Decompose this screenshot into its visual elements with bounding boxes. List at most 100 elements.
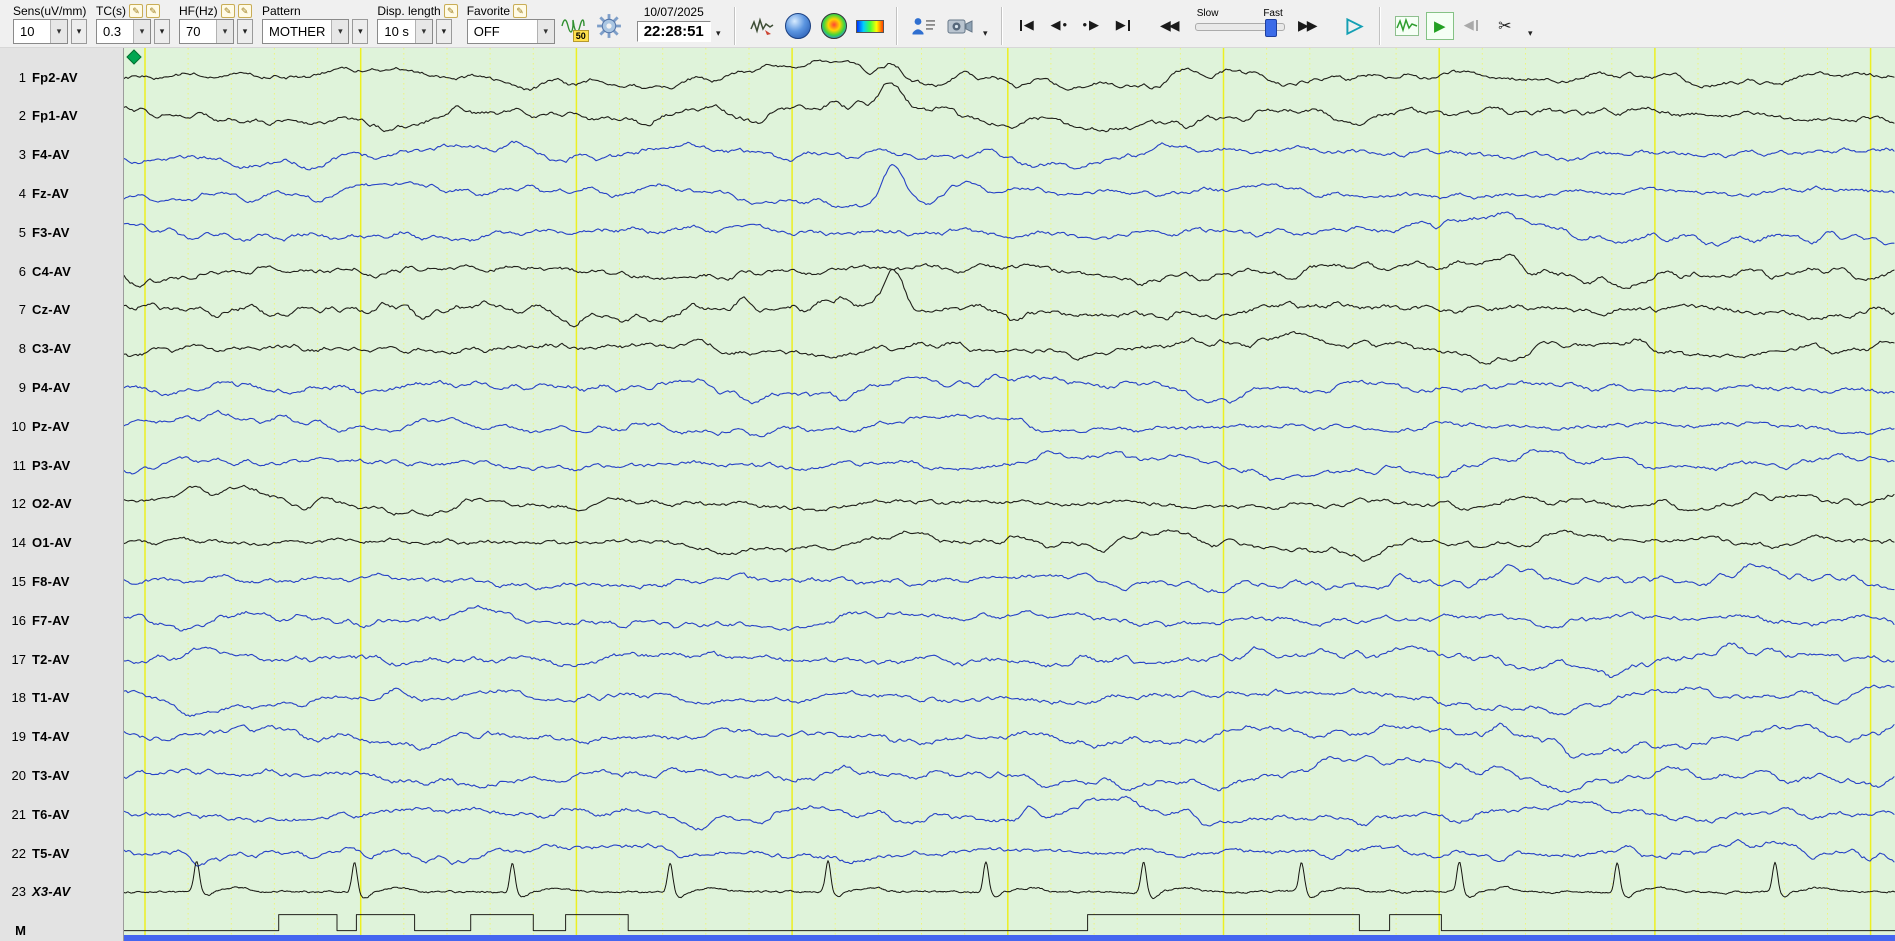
sens-combobox[interactable]: 10 ▾ (13, 19, 68, 44)
tc-edit-icon[interactable]: ✎ (129, 3, 143, 18)
fast-label: Fast (1263, 8, 1283, 19)
waveform-review-button[interactable] (1390, 9, 1424, 43)
channel-name: T4-AV (32, 729, 70, 745)
channel-label-C3-AV[interactable]: 8 C3-AV (0, 339, 123, 359)
channel-label-P3-AV[interactable]: 11 P3-AV (0, 455, 123, 475)
prev-segment-button[interactable]: ◀ (1455, 11, 1487, 39)
channel-number: 22 (11, 845, 26, 861)
fast-forward-button[interactable]: ▶▶ (1291, 11, 1323, 39)
channel-label-P4-AV[interactable]: 9 P4-AV (0, 377, 123, 397)
chevron-down-icon[interactable]: ▾ (414, 20, 432, 43)
notch-frequency-badge: 50 (572, 30, 589, 42)
channel-label-T1-AV[interactable]: 18 T1-AV (0, 688, 123, 708)
datetime-more-button[interactable]: ▾ (711, 24, 726, 42)
hf-edit-icon[interactable]: ✎ (220, 3, 235, 18)
dot-icon: • (1082, 17, 1088, 32)
channel-label-T4-AV[interactable]: 19 T4-AV (0, 727, 123, 747)
tc-dropdown-button[interactable]: ▾ (154, 19, 170, 44)
trace-O2-AV (124, 484, 1895, 517)
trace-C3-AV (124, 330, 1895, 365)
patient-info-button[interactable] (907, 9, 941, 43)
chevron-down-icon[interactable]: ▾ (331, 20, 349, 43)
disp-length-label: Disp. length (377, 3, 441, 18)
colormap-scale-button[interactable] (853, 9, 887, 43)
settings-gear-button[interactable] (592, 9, 626, 43)
speed-slider-thumb[interactable] (1265, 19, 1278, 37)
channel-label-T5-AV[interactable]: 22 T5-AV (0, 843, 123, 863)
channel-label-Fp2-AV[interactable]: 1 Fp2-AV (0, 67, 123, 87)
trace-Fz-AV (124, 163, 1895, 208)
channel-label-Pz-AV[interactable]: 10 Pz-AV (0, 416, 123, 436)
notch-filter-button[interactable]: 50 (556, 9, 590, 43)
datetime-display: 10/07/2025 22:28:51 (636, 5, 711, 42)
play-button[interactable]: ▷ (1339, 11, 1371, 39)
chevron-down-icon[interactable]: ▾ (50, 20, 67, 43)
bar-icon (1475, 19, 1478, 31)
channel-label-T3-AV[interactable]: 20 T3-AV (0, 765, 123, 785)
current-position-marker[interactable] (126, 49, 142, 65)
green-waveform-icon (1394, 16, 1419, 36)
channel-label-T6-AV[interactable]: 21 T6-AV (0, 804, 123, 824)
start-playback-button[interactable]: ▶ (1425, 12, 1454, 40)
green-play-icon: ▶ (1433, 18, 1446, 35)
channel-label-O2-AV[interactable]: 12 O2-AV (0, 494, 123, 514)
chevron-down-icon[interactable]: ▾ (216, 20, 233, 43)
channel-label-Fz-AV[interactable]: 4 Fz-AV (0, 183, 123, 203)
hf-dropdown-button[interactable]: ▾ (237, 19, 253, 44)
head-map-spectral-button[interactable] (817, 9, 851, 43)
channel-label-M[interactable]: M (0, 921, 123, 941)
favorite-edit-icon[interactable]: ✎ (513, 3, 528, 18)
channel-label-Cz-AV[interactable]: 7 Cz-AV (0, 300, 123, 320)
tc-edit2-icon[interactable]: ✎ (146, 3, 160, 18)
tc-combobox[interactable]: 0.3 ▾ (96, 19, 151, 44)
trace-T2-AV (124, 642, 1895, 679)
toolbar-separator (733, 7, 736, 45)
bar-icon (1019, 19, 1022, 31)
skip-last-button[interactable]: ▶ (1107, 11, 1139, 39)
channel-name: C4-AV (32, 263, 72, 279)
channel-label-T2-AV[interactable]: 17 T2-AV (0, 649, 123, 669)
pattern-combobox[interactable]: MOTHER ▾ (262, 19, 350, 44)
channel-number: M (15, 923, 26, 939)
video-button[interactable] (943, 9, 977, 43)
step-forward-button[interactable]: • ▶ (1075, 11, 1107, 39)
channel-label-Fp1-AV[interactable]: 2 Fp1-AV (0, 106, 123, 126)
trace-P3-AV (124, 449, 1895, 481)
trace-annotation-button[interactable] (745, 9, 779, 43)
disp-length-combobox[interactable]: 10 s ▾ (377, 19, 433, 44)
pattern-dropdown-button[interactable]: ▾ (352, 19, 369, 44)
channel-label-C4-AV[interactable]: 6 C4-AV (0, 261, 123, 281)
chevron-down-icon[interactable]: ▾ (536, 20, 554, 43)
channel-label-F3-AV[interactable]: 5 F3-AV (0, 222, 123, 242)
eeg-trace-canvas[interactable] (124, 48, 1895, 935)
hf-edit2-icon[interactable]: ✎ (237, 3, 252, 18)
disp-length-dropdown-button[interactable]: ▾ (435, 19, 452, 44)
speed-slider[interactable] (1194, 19, 1285, 37)
cut-more-button[interactable]: ▾ (1523, 24, 1538, 42)
channel-number: 19 (11, 729, 26, 745)
sens-dropdown-button[interactable]: ▾ (71, 19, 87, 44)
channel-name: X3-AV (32, 884, 71, 900)
chevron-down-icon[interactable]: ▾ (133, 20, 150, 43)
trace-area[interactable] (124, 48, 1895, 935)
channel-name: F3-AV (32, 224, 70, 240)
channel-label-X3-AV[interactable]: 23 X3-AV (0, 882, 123, 902)
channel-label-O1-AV[interactable]: 14 O1-AV (0, 533, 123, 553)
cut-button[interactable]: ✂ (1488, 9, 1522, 43)
channel-label-F8-AV[interactable]: 15 F8-AV (0, 571, 123, 591)
favorite-combobox[interactable]: OFF ▾ (466, 19, 555, 44)
channel-number: 23 (11, 884, 26, 900)
channel-label-F7-AV[interactable]: 16 F7-AV (0, 610, 123, 630)
head-map-blue-button[interactable] (781, 9, 815, 43)
rewind-button[interactable]: ◀◀ (1153, 11, 1185, 39)
disp-length-edit-icon[interactable]: ✎ (443, 3, 458, 18)
skip-first-button[interactable]: ◀ (1011, 11, 1043, 39)
step-back-button[interactable]: ◀ • (1043, 11, 1075, 39)
channel-label-F4-AV[interactable]: 3 F4-AV (0, 145, 123, 165)
position-scrollbar[interactable] (124, 935, 1895, 941)
favorite-label: Favorite (466, 3, 511, 18)
channel-name: Fp2-AV (32, 69, 78, 85)
channel-name: Fp1-AV (32, 108, 78, 124)
video-more-button[interactable]: ▾ (978, 24, 993, 42)
hf-combobox[interactable]: 70 ▾ (179, 19, 234, 44)
